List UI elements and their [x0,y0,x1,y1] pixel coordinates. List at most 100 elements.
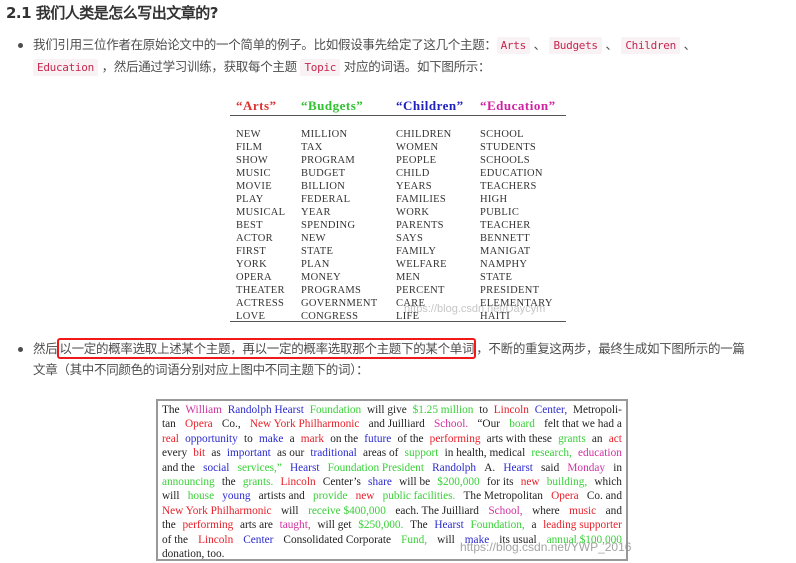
passage-word: music [569,504,597,517]
text: 文章（其中不同颜色的词语分别对应上图中不同主题下的词）： [33,362,369,377]
passage-word: the [162,519,176,532]
table-cell: PUBLIC [480,207,520,218]
separator: 、 [533,37,547,52]
passage-word: and Juilliard [368,418,425,431]
code-children: Children [621,37,680,54]
section-heading: 2.1 我们人类是怎么写出文章的? [6,4,219,22]
passage-word: The Metropolitan [463,490,543,503]
code-arts: Arts [496,37,530,54]
passage-word: to [244,432,253,445]
passage-word: performing [182,519,234,532]
passage-word: School. [433,418,469,431]
passage-word: mark [300,432,325,445]
bullet [18,347,23,352]
passage-word: future [364,432,392,445]
table-cell: NEW [301,233,326,244]
table-top-rule [230,115,566,116]
passage-word: Randolph [432,461,477,474]
table-column: NEW FILM SHOW MUSIC MOVIE PLAY MUSICAL BEST ACTO… [236,128,285,323]
table-cell: CHILDREN [396,129,452,140]
table-cell: PARENTS [396,220,444,231]
table-cell: TEACHERS [480,181,537,192]
separator: 、 [605,37,618,52]
table-cell: MANIGAT [480,246,531,257]
table-cell: PROGRAMS [301,285,362,296]
passage-word: education [577,447,622,460]
passage-word: Hearst [434,519,464,532]
passage-word: Foundation [309,404,362,416]
passage-word: Hearst [290,461,320,474]
bullet [18,43,23,48]
table-cell: SPENDING [301,220,356,231]
paragraph-generation: 然后 以一定的概率选取上述某个主题，再以一定的概率选取那个主题下的某个单词 ，不断的… [33,338,783,380]
passage-word: on the [330,432,359,445]
passage-line: announcing the grants. Lincoln Center’s share… [162,475,622,489]
passage-word: artists and [258,490,305,503]
passage-word: research, [531,447,572,460]
passage-line: the performing arts are taught, will get $250… [162,518,622,532]
table-column: CHILDREN WOMEN PEOPLE CHILD YEARS FAMILIES WOR… [396,128,451,323]
passage-word: William [185,404,222,416]
table-cell: STATE [301,246,334,257]
passage-line: tan Opera Co., New York Philharmonic and Jui… [162,417,622,431]
passage-word: felt that we had a [544,418,622,431]
passage-word: will [162,490,180,503]
table-cell: SCHOOLS [480,155,530,166]
passage-line: will house young artists and provide new publi… [162,489,622,503]
text: 对应的词语。如下图所示： [343,59,491,74]
passage-word: Center, [534,404,568,416]
passage-word: arts with these [486,432,552,445]
passage-word: areas of [362,447,399,460]
passage-word: will be [399,476,431,489]
table-cell: PEOPLE [396,155,437,166]
passage-word: opportunity [185,432,238,445]
table-watermark: https://blog.csdn.net/Daycym [404,303,546,315]
passage-word: in [613,461,622,474]
passage-word: share [368,476,392,489]
passage-word: Lincoln [198,533,234,546]
table-cell: EDUCATION [480,168,543,179]
passage-word: Consolidated Corporate [283,533,392,546]
table-cell: SCHOOL [480,129,524,140]
passage-word: an [591,432,603,445]
table-cell: OPERA [236,272,272,283]
passage-word: Lincoln [493,404,529,416]
passage-word: New York Philharmonic [249,418,360,431]
table-cell: HIGH [480,194,508,205]
generated-document-figure: The William Randolph Hearst Foundation will … [156,399,628,561]
table-cell: TAX [301,142,323,153]
passage-word: of the [162,533,189,546]
table-cell: FIRST [236,246,267,257]
table-cell: STUDENTS [480,142,537,153]
passage-word: New York Philharmonic [162,504,272,517]
table-cell: WELFARE [396,259,447,270]
text: ，不断的重复这两步，最终生成如下图所示的一篇 [476,341,745,356]
passage-word: Monday [567,461,606,474]
table-cell: WOMEN [396,142,439,153]
passage-word: Center’s [322,476,361,489]
passage-word: provide [312,490,348,503]
highlighted-text: 以一定的概率选取上述某个主题，再以一定的概率选取那个主题下的某个单词 [57,338,477,359]
table-cell: FAMILIES [396,194,447,205]
passage-word: board [509,418,535,431]
passage-word: new [355,490,375,503]
table-cell: CONGRESS [301,311,359,322]
passage-word: make [258,432,284,445]
passage-word: grants. [242,476,274,489]
passage-word: as [211,447,221,460]
passage-word: “Our [477,418,500,431]
passage-word: building, [546,476,588,489]
passage-word: a [289,432,295,445]
table-cell: GOVERNMENT [301,298,378,309]
table-cell: MUSIC [236,168,271,179]
passage-word: act [608,432,622,445]
table-cell: THEATER [236,285,285,296]
passage-word: social [203,461,230,474]
passage-word: Foundation, [470,519,525,532]
passage-word: will [281,504,299,517]
code-education: Education [33,59,98,76]
table-cell: FILM [236,142,263,153]
passage-word: arts are [239,519,273,532]
passage-word: Opera [185,418,213,431]
table-cell: MOVIE [236,181,272,192]
